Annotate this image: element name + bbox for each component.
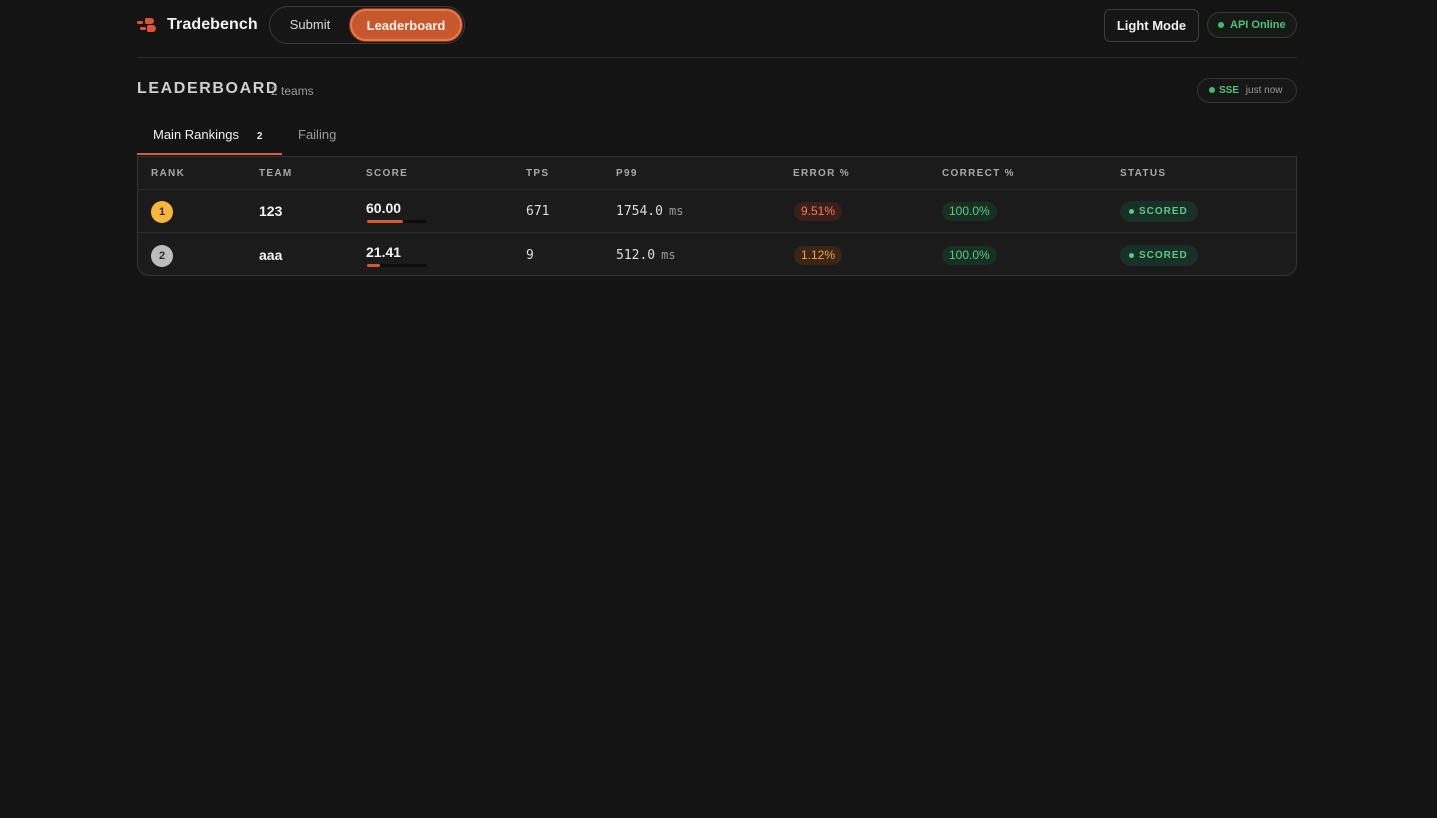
team-count: 2 teams: [271, 84, 314, 98]
team-name: aaa: [259, 247, 283, 263]
p99-value: 512.0 ms: [616, 248, 676, 263]
status-label: SCORED: [1139, 206, 1188, 217]
status-dot-icon: [1209, 87, 1215, 93]
nav-leaderboard[interactable]: Leaderboard: [350, 9, 462, 41]
score-bar-fill: [367, 220, 403, 223]
column-header-team[interactable]: TEAM: [259, 168, 293, 179]
api-status-label: API Online: [1230, 19, 1286, 31]
error-rate-pill: 1.12%: [794, 246, 843, 265]
status-badge: SCORED: [1120, 245, 1198, 266]
score-bar: [367, 220, 427, 223]
sse-updated-time: just now: [1245, 85, 1283, 96]
tab-failing[interactable]: Failing: [298, 118, 336, 155]
sse-label: SSE: [1219, 85, 1240, 96]
score-bar-fill: [367, 264, 380, 267]
nav-submit[interactable]: Submit: [276, 12, 344, 38]
leaderboard-table: RANK TEAM SCORE TPS P99 ERROR % CORRECT …: [137, 156, 1297, 276]
table-row[interactable]: 2 aaa 21.41 9 512.0 ms 1.12% 100.0% SCORE…: [138, 234, 1296, 275]
page-title: LEADERBOARD: [137, 80, 280, 97]
rank-badge: 1: [151, 201, 173, 223]
brand[interactable]: Tradebench: [137, 14, 258, 36]
table-row[interactable]: 1 123 60.00 671 1754.0 ms 9.51% 100.0% SC…: [138, 190, 1296, 233]
main-nav: Submit Leaderboard: [269, 6, 465, 44]
tab-count-badge: 2: [256, 131, 263, 142]
team-name: 123: [259, 203, 283, 219]
sse-status-badge: SSE just now: [1197, 78, 1297, 103]
correct-rate-pill: 100.0%: [942, 202, 997, 221]
table-header: RANK TEAM SCORE TPS P99 ERROR % CORRECT …: [138, 157, 1296, 190]
score-bar: [367, 264, 427, 267]
status-dot-icon: [1129, 253, 1134, 258]
p99-number: 512.0: [616, 248, 656, 263]
rank-badge: 2: [151, 245, 173, 267]
column-header-score[interactable]: SCORE: [366, 168, 408, 179]
score-value: 60.00: [366, 200, 402, 216]
rankings-tabs: Main Rankings 2 Failing: [137, 118, 1297, 156]
correct-rate-pill: 100.0%: [942, 246, 997, 265]
column-header-error[interactable]: ERROR %: [793, 168, 850, 179]
p99-value: 1754.0 ms: [616, 204, 683, 219]
app-root: Tradebench Submit Leaderboard Light Mode…: [137, 0, 1297, 276]
top-header: Tradebench Submit Leaderboard Light Mode…: [137, 0, 1297, 58]
column-header-tps[interactable]: TPS: [526, 168, 549, 179]
status-dot-icon: [1218, 22, 1224, 28]
tps-value: 671: [526, 204, 550, 219]
column-header-correct[interactable]: CORRECT %: [942, 168, 1015, 179]
tps-value: 9: [526, 248, 534, 263]
status-label: SCORED: [1139, 250, 1188, 261]
column-header-rank[interactable]: RANK: [151, 168, 185, 179]
status-badge: SCORED: [1120, 201, 1198, 222]
p99-unit: ms: [661, 248, 676, 262]
api-status-badge: API Online: [1207, 12, 1297, 38]
column-header-status[interactable]: STATUS: [1120, 168, 1166, 179]
error-rate-pill: 9.51%: [794, 202, 843, 221]
light-mode-button[interactable]: Light Mode: [1104, 9, 1199, 42]
status-dot-icon: [1129, 209, 1134, 214]
p99-unit: ms: [668, 204, 684, 218]
p99-number: 1754.0: [616, 204, 663, 219]
tab-label: Main Rankings: [153, 127, 239, 142]
column-header-p99[interactable]: P99: [616, 168, 638, 179]
tab-main-rankings[interactable]: Main Rankings 2: [137, 118, 282, 155]
tradebench-logo-icon: [137, 17, 157, 33]
brand-name: Tradebench: [167, 16, 258, 33]
score-value: 21.41: [366, 244, 402, 260]
